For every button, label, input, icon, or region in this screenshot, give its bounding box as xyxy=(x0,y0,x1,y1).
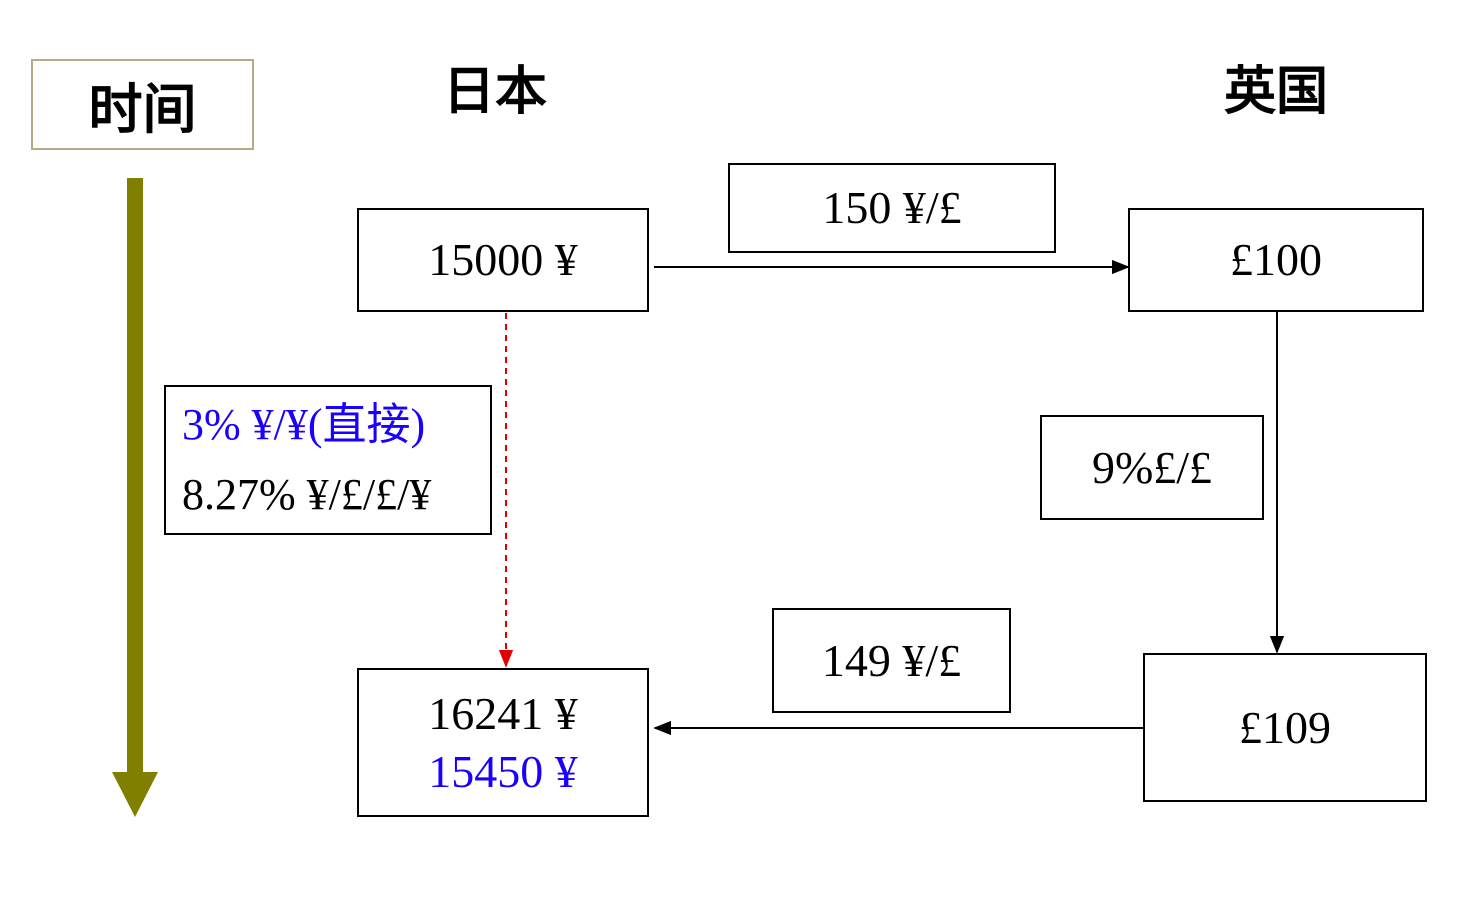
time-label: 时间 xyxy=(88,78,197,141)
forward-rate-box: 149 ¥/£ xyxy=(772,608,1011,713)
diagram-canvas: 时间 日本 英国 15000 ¥ 150 ¥/£ £100 9%£/£ 3% ¥… xyxy=(0,0,1471,898)
uk-end-box: £109 xyxy=(1143,653,1427,802)
uk-start-amount: £100 xyxy=(1230,234,1322,285)
jp-end-box: 16241 ¥ 15450 ¥ xyxy=(357,668,649,817)
jp-end-direct: 15450 ¥ xyxy=(428,745,578,797)
spot-rate: 150 ¥/£ xyxy=(822,182,962,233)
jp-rate-indirect: 8.27% ¥/£/£/¥ xyxy=(182,470,432,519)
header-uk: 英国 xyxy=(1224,62,1329,122)
uk-end-amount: £109 xyxy=(1239,701,1331,753)
jp-start-box: 15000 ¥ xyxy=(357,208,649,312)
jp-start-amount: 15000 ¥ xyxy=(428,234,578,285)
jp-rate-direct: 3% ¥/¥(直接) xyxy=(182,400,426,449)
uk-rate: 9%£/£ xyxy=(1091,441,1213,493)
jp-end-converted: 16241 ¥ xyxy=(428,687,578,739)
spot-rate-box: 150 ¥/£ xyxy=(728,163,1056,253)
time-arrow xyxy=(112,178,158,817)
time-label-box: 时间 xyxy=(31,59,254,150)
forward-rate: 149 ¥/£ xyxy=(821,634,962,686)
jp-rate-box: 3% ¥/¥(直接) 8.27% ¥/£/£/¥ xyxy=(164,385,492,535)
uk-start-box: £100 xyxy=(1128,208,1424,312)
header-japan: 日本 xyxy=(443,62,548,122)
uk-rate-box: 9%£/£ xyxy=(1040,415,1264,520)
